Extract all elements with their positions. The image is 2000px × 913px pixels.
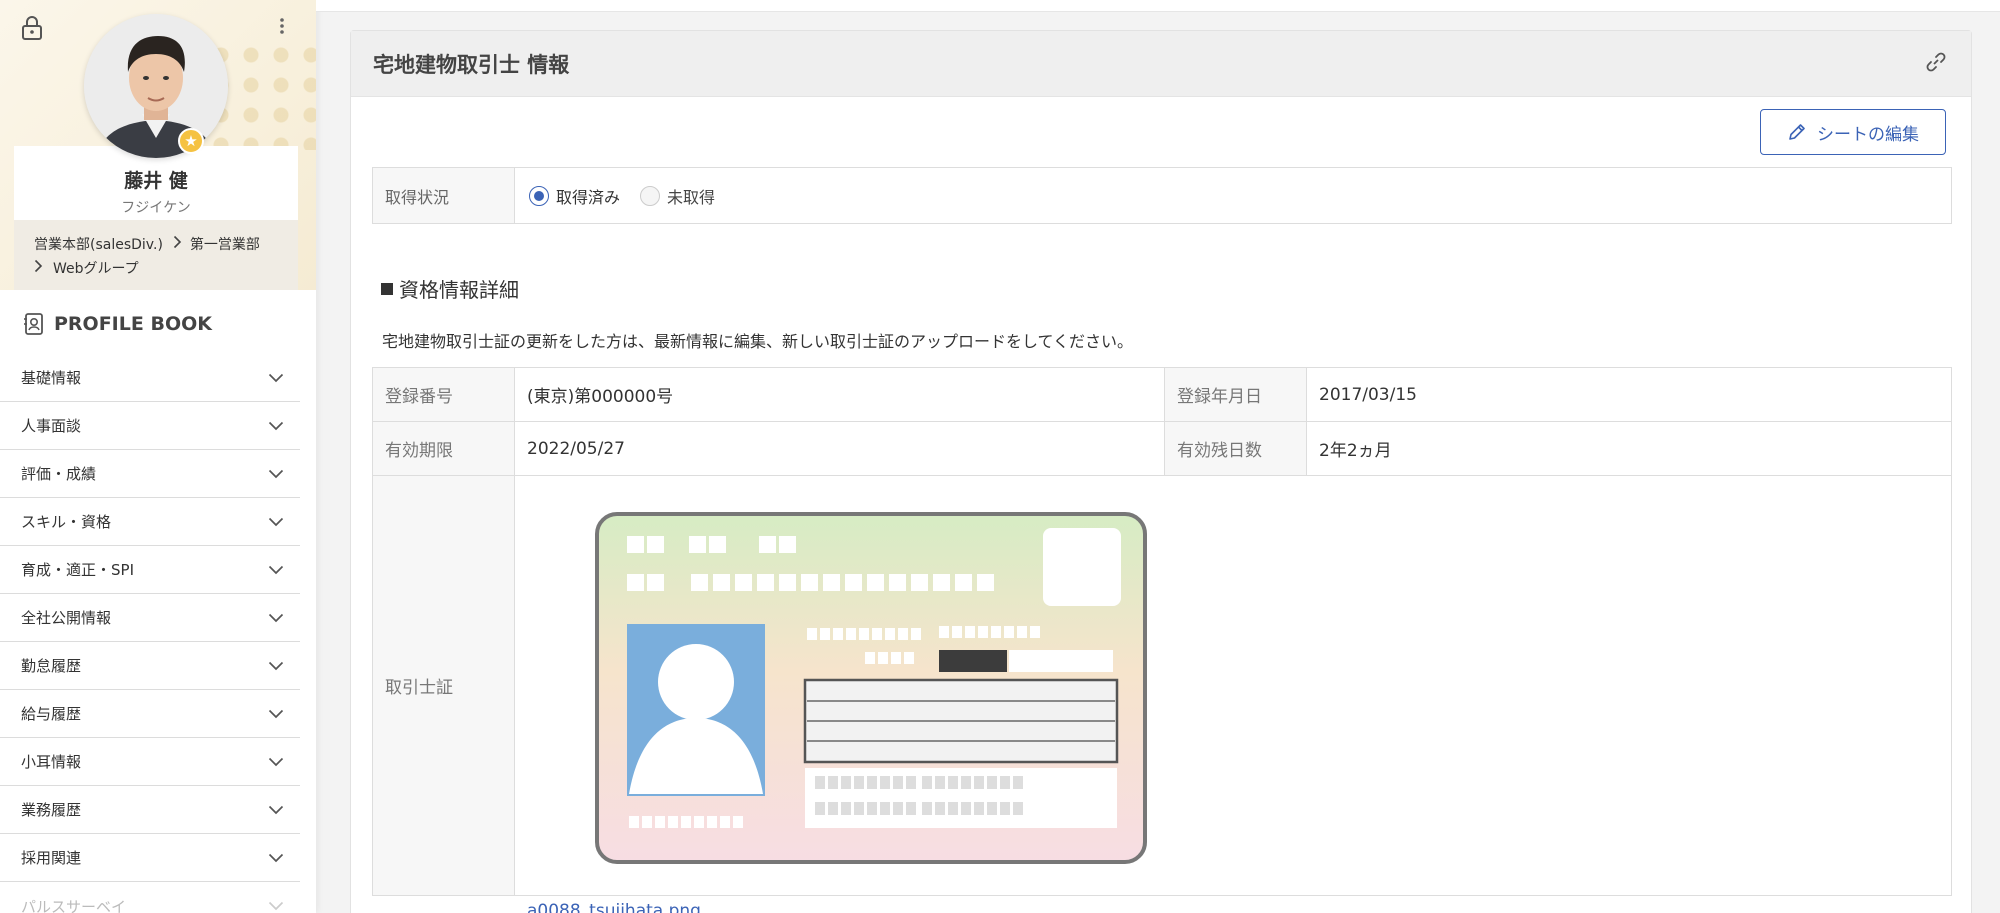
expiry-label: 有効期限 xyxy=(372,421,515,476)
sidebar-menu-item[interactable]: 人事面談 xyxy=(0,402,300,450)
chevron-down-icon[interactable] xyxy=(268,657,284,675)
table-row: 登録番号 (東京)第000000号 登録年月日 2017/03/15 xyxy=(372,367,1952,422)
avatar[interactable] xyxy=(84,14,228,158)
sidebar-menu-item[interactable]: 基礎情報 xyxy=(0,354,300,402)
edit-sheet-label: シートの編集 xyxy=(1817,124,1919,145)
panel-header: 宅地建物取引士 情報 xyxy=(351,31,1971,97)
pencil-icon xyxy=(1789,124,1805,140)
license-cell: a0088_tsujihata.png xyxy=(514,475,1952,913)
table-row: 有効期限 2022/05/27 有効残日数 2年2ヵ月 xyxy=(372,421,1952,476)
top-strip xyxy=(316,0,2000,12)
link-icon[interactable] xyxy=(1923,49,1949,79)
sidebar-menu-label: 給与履歴 xyxy=(21,705,82,723)
radio-acquired[interactable]: 取得済み xyxy=(529,184,620,208)
sidebar-menu-item[interactable]: 採用関連 xyxy=(0,834,300,882)
org-item[interactable]: 営業本部(salesDiv.) xyxy=(34,234,163,254)
reg-date-label: 登録年月日 xyxy=(1164,367,1307,422)
reg-no-label: 登録番号 xyxy=(372,367,515,422)
remaining-value: 2年2ヵ月 xyxy=(1306,421,1952,476)
radio-not-acquired[interactable]: 未取得 xyxy=(640,184,715,208)
org-item[interactable]: 第一営業部 xyxy=(190,234,260,254)
status-radio-group: 取得済み 未取得 xyxy=(515,168,735,223)
expiry-value: 2022/05/27 xyxy=(514,421,1165,476)
detail-table: 登録番号 (東京)第000000号 登録年月日 2017/03/15 有効期限 … xyxy=(372,367,1952,913)
sidebar-menu-item[interactable]: 給与履歴 xyxy=(0,690,300,738)
edit-sheet-button[interactable]: シートの編集 xyxy=(1760,109,1946,155)
sidebar-menu-label: 全社公開情報 xyxy=(21,609,112,627)
sidebar-menu-label: 基礎情報 xyxy=(21,369,82,387)
sidebar-menu-item[interactable]: 業務履歴 xyxy=(0,786,300,834)
chevron-down-icon[interactable] xyxy=(268,609,284,627)
status-label: 取得状況 xyxy=(373,168,515,223)
chevron-down-icon[interactable] xyxy=(268,801,284,819)
sidebar-menu-label: 評価・成績 xyxy=(21,465,97,483)
more-options-icon[interactable] xyxy=(272,14,292,38)
chevron-down-icon[interactable] xyxy=(268,513,284,531)
chevron-down-icon[interactable] xyxy=(268,561,284,579)
license-card-image[interactable] xyxy=(595,512,1147,869)
square-bullet-icon xyxy=(381,282,393,295)
section-title-text: 資格情報詳細 xyxy=(399,278,519,302)
sidebar-menu-item[interactable]: 全社公開情報 xyxy=(0,594,300,642)
radio-acquired-label: 取得済み xyxy=(556,187,621,207)
sidebar-menu-label: パルスサーベイ xyxy=(21,897,127,913)
sidebar-menu-item[interactable]: 育成・適正・SPI xyxy=(0,546,300,594)
section-title: 資格情報詳細 xyxy=(381,274,519,303)
sidebar-menu-label: 勤怠履歴 xyxy=(21,657,82,675)
org-item[interactable]: Webグループ xyxy=(53,258,139,278)
chevron-right-icon xyxy=(173,235,182,253)
license-panel: 宅地建物取引士 情報 シートの編集 取得状況 取得済み 未取得 資格情報詳細 宅… xyxy=(350,30,1972,913)
profile-book-icon xyxy=(24,313,43,335)
chevron-down-icon[interactable] xyxy=(268,705,284,723)
chevron-right-icon xyxy=(34,259,43,277)
reg-date-value: 2017/03/15 xyxy=(1306,367,1952,422)
radio-checked-icon[interactable] xyxy=(529,185,549,206)
sidebar-menu-label: 採用関連 xyxy=(21,849,82,867)
sidebar-menu-label: 育成・適正・SPI xyxy=(21,561,134,579)
sidebar-menu-label: スキル・資格 xyxy=(21,513,112,531)
sidebar-menu-item[interactable]: 勤怠履歴 xyxy=(0,642,300,690)
sidebar-menu-item[interactable]: パルスサーベイ xyxy=(0,882,300,913)
profile-book-header: PROFILE BOOK xyxy=(22,312,212,336)
chevron-down-icon[interactable] xyxy=(268,465,284,483)
sidebar-menu-item[interactable]: 小耳情報 xyxy=(0,738,300,786)
license-file-link[interactable]: a0088_tsujihata.png xyxy=(527,901,701,913)
chevron-down-icon[interactable] xyxy=(268,369,284,387)
remaining-label: 有効残日数 xyxy=(1164,421,1307,476)
chevron-down-icon[interactable] xyxy=(268,849,284,867)
org-breadcrumb: 営業本部(salesDiv.) 第一営業部 Webグループ xyxy=(14,220,298,290)
radio-not-acquired-label: 未取得 xyxy=(667,187,716,207)
sidebar-menu-item[interactable]: スキル・資格 xyxy=(0,498,300,546)
update-note: 宅地建物取引士証の更新をした方は、最新情報に編集、新しい取引士証のアップロードを… xyxy=(382,332,1134,351)
status-row: 取得状況 取得済み 未取得 xyxy=(372,167,1952,224)
lock-icon[interactable] xyxy=(20,15,44,41)
profile-book-title: PROFILE BOOK xyxy=(54,313,212,335)
chevron-down-icon[interactable] xyxy=(268,897,284,913)
panel-title: 宅地建物取引士 情報 xyxy=(373,52,570,77)
sidebar: 藤井 健 フジイケン ★ 営業本部(salesDiv.) 第一営業部 Webグル… xyxy=(0,0,316,913)
star-badge-icon: ★ xyxy=(178,128,204,154)
user-name: 藤井 健 xyxy=(124,170,188,192)
radio-unchecked-icon[interactable] xyxy=(640,185,661,206)
sidebar-menu-item[interactable]: 評価・成績 xyxy=(0,450,300,498)
table-row: 取引士証 a0088_tsujihata.png xyxy=(372,475,1952,913)
chevron-down-icon[interactable] xyxy=(268,417,284,435)
user-kana: フジイケン xyxy=(121,200,191,216)
sidebar-menu-label: 人事面談 xyxy=(21,417,82,435)
sidebar-menu-label: 小耳情報 xyxy=(21,753,82,771)
chevron-down-icon[interactable] xyxy=(268,753,284,771)
sidebar-menu: 基礎情報人事面談評価・成績スキル・資格育成・適正・SPI 全社公開情報 勤怠履歴給与… xyxy=(0,354,300,913)
sidebar-menu-label: 業務履歴 xyxy=(21,801,82,819)
reg-no-value: (東京)第000000号 xyxy=(514,367,1165,422)
license-label: 取引士証 xyxy=(372,475,515,896)
